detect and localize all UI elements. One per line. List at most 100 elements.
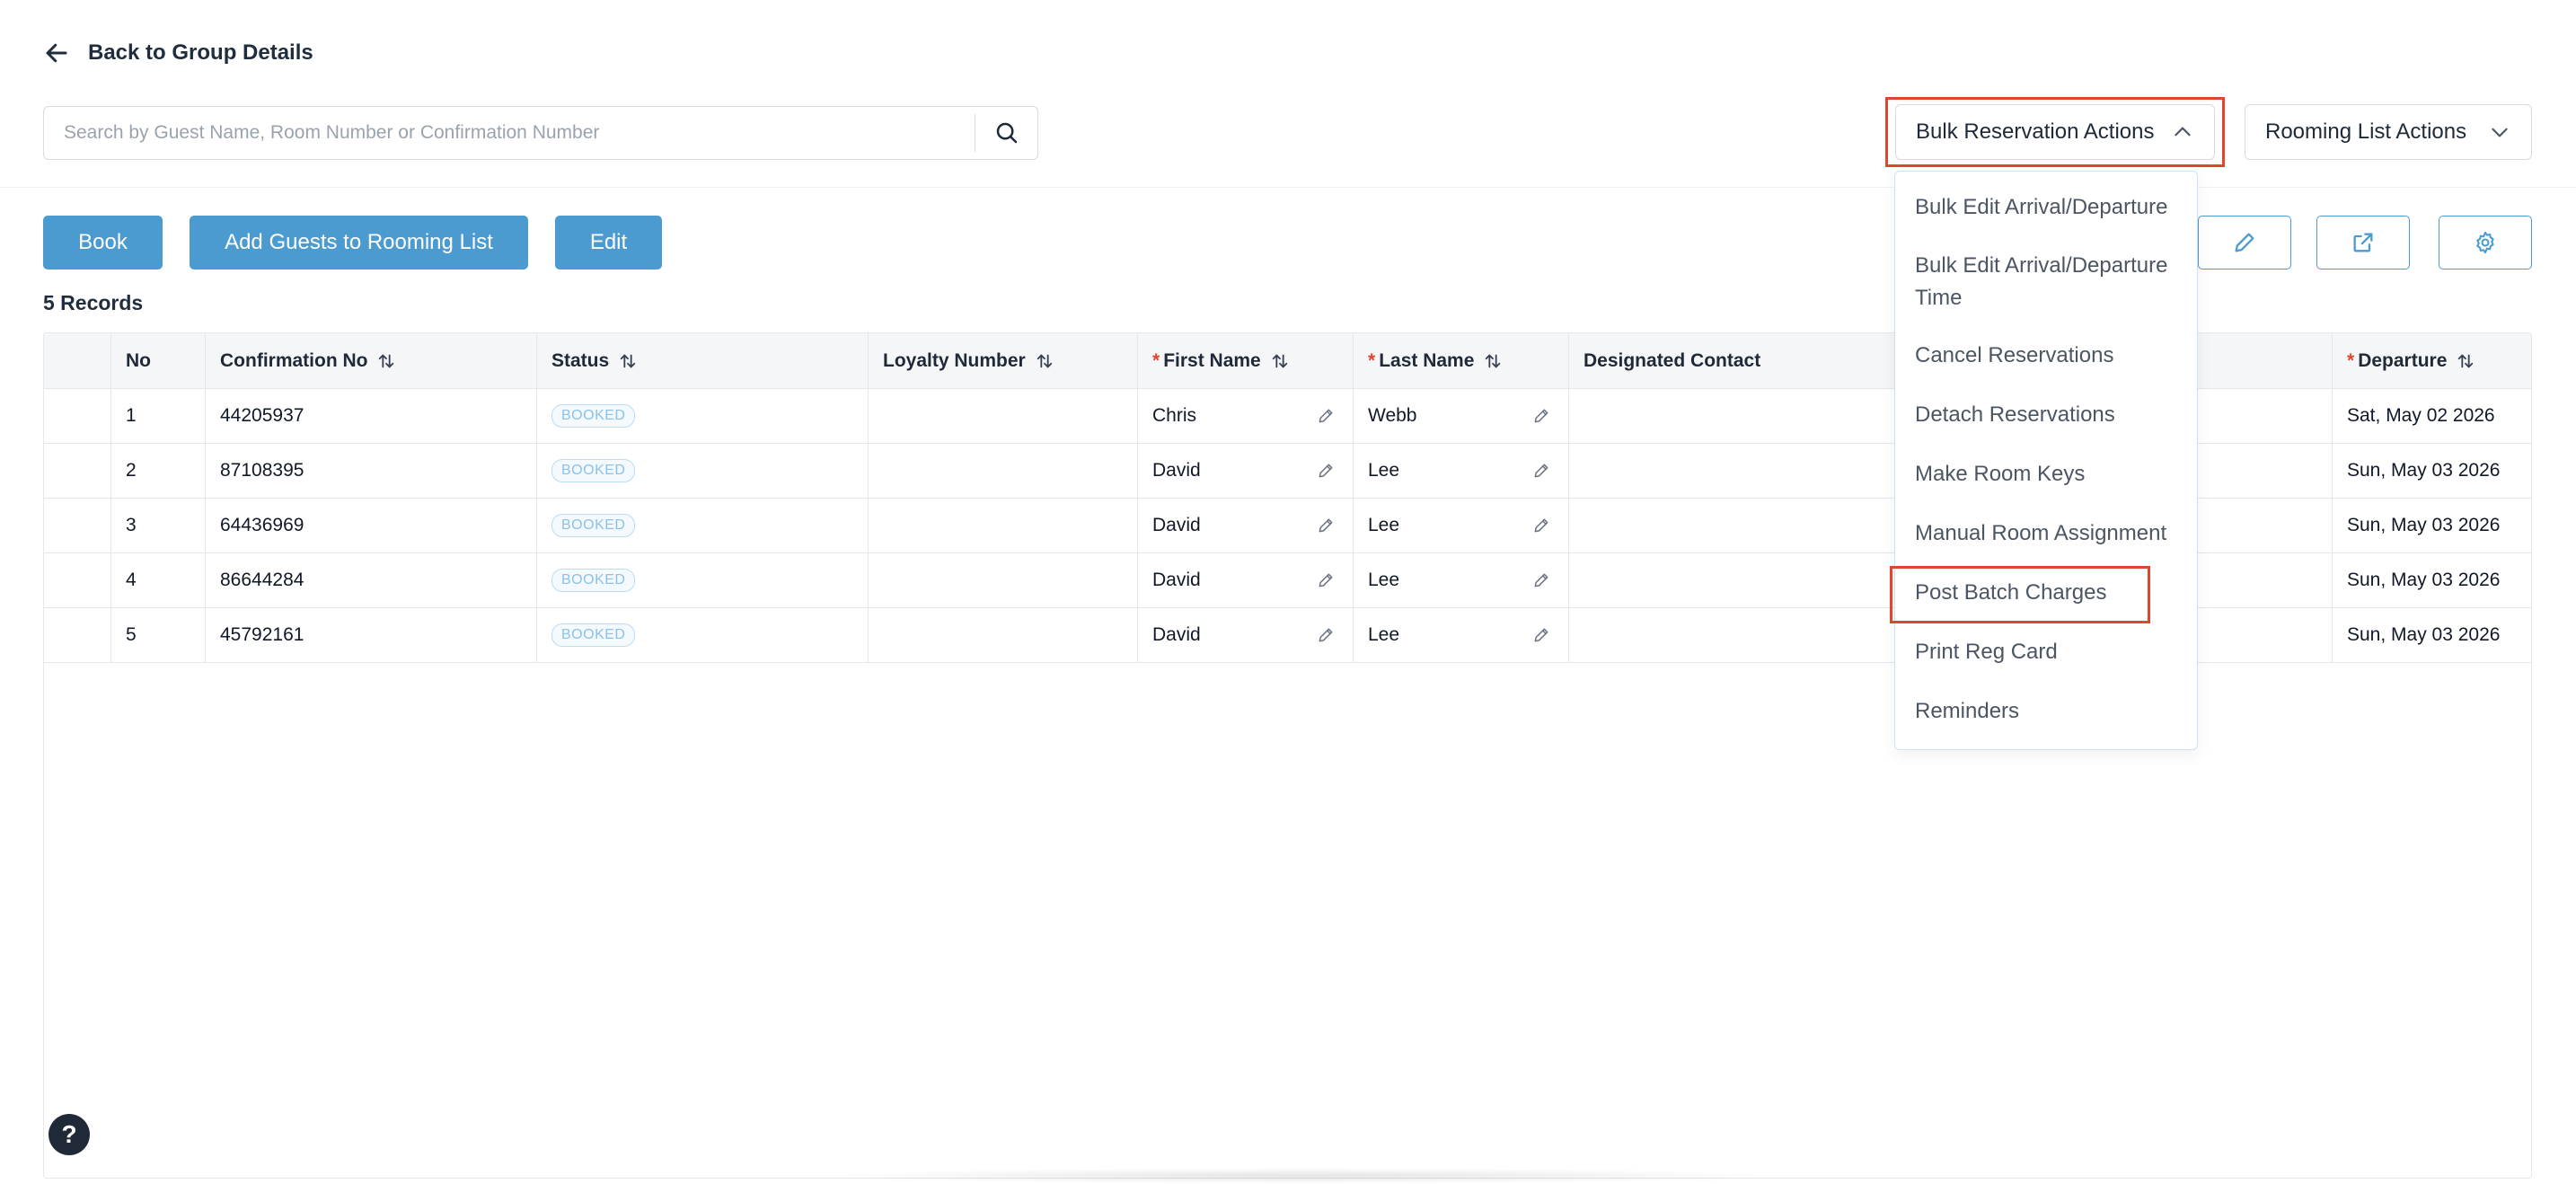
- required-marker: *: [1152, 349, 1160, 371]
- pencil-icon: [2235, 233, 2254, 252]
- row-first-name[interactable]: David: [1138, 553, 1354, 607]
- external-link-icon: [2353, 233, 2373, 252]
- row-no: 2: [111, 444, 206, 498]
- first-name-value: Chris: [1152, 405, 1197, 426]
- row-no: 5: [111, 608, 206, 662]
- row-first-name[interactable]: Chris: [1138, 389, 1354, 443]
- row-departure: Sat, May 02 2026: [2347, 405, 2495, 426]
- menu-item-bulk-edit-arrival-departure[interactable]: Bulk Edit Arrival/Departure: [1895, 186, 2197, 229]
- pencil-icon[interactable]: [1532, 517, 1550, 535]
- menu-item-cancel-reservations[interactable]: Cancel Reservations: [1895, 334, 2197, 377]
- row-loyalty: [869, 444, 1138, 498]
- row-last-name[interactable]: Lee: [1354, 444, 1569, 498]
- last-name-value: Webb: [1368, 405, 1417, 426]
- select-column-header: [44, 333, 111, 388]
- sort-icon[interactable]: [376, 351, 396, 371]
- header-first-name[interactable]: * First Name: [1138, 333, 1354, 388]
- sort-icon[interactable]: [1270, 351, 1290, 371]
- menu-item-bulk-edit-arrival-departure-time[interactable]: Bulk Edit Arrival/Departure Time: [1895, 244, 2197, 320]
- row-last-name[interactable]: Lee: [1354, 553, 1569, 607]
- chevron-down-icon: [2492, 128, 2508, 137]
- pencil-icon[interactable]: [1532, 462, 1550, 480]
- first-name-value: David: [1152, 624, 1201, 645]
- bottom-shadow: [808, 1168, 1796, 1184]
- menu-item-make-room-keys[interactable]: Make Room Keys: [1895, 453, 2197, 496]
- pencil-icon[interactable]: [1532, 571, 1550, 589]
- records-count: 5 Records: [43, 291, 144, 314]
- row-status: BOOKED: [537, 553, 869, 607]
- pencil-icon[interactable]: [1532, 407, 1550, 425]
- last-name-value: Lee: [1368, 570, 1400, 590]
- row-confirmation[interactable]: 64436969: [206, 499, 537, 552]
- status-badge: BOOKED: [551, 514, 636, 537]
- pencil-icon[interactable]: [1317, 407, 1335, 425]
- search-button[interactable]: [975, 114, 1037, 152]
- status-badge: BOOKED: [551, 569, 636, 592]
- edit-columns-button[interactable]: [2198, 216, 2291, 269]
- row-select-cell[interactable]: [44, 389, 111, 443]
- row-select-cell[interactable]: [44, 553, 111, 607]
- edit-button[interactable]: Edit: [555, 216, 662, 269]
- pencil-icon[interactable]: [1532, 626, 1550, 644]
- header-last-name[interactable]: * Last Name: [1354, 333, 1569, 388]
- row-first-name[interactable]: David: [1138, 444, 1354, 498]
- row-confirmation[interactable]: 86644284: [206, 553, 537, 607]
- row-confirmation[interactable]: 44205937: [206, 389, 537, 443]
- export-button[interactable]: [2316, 216, 2410, 269]
- header-confirmation[interactable]: Confirmation No: [206, 333, 537, 388]
- settings-button[interactable]: [2439, 216, 2532, 269]
- header-status[interactable]: Status: [537, 333, 869, 388]
- row-status: BOOKED: [537, 608, 869, 662]
- sort-icon[interactable]: [1035, 351, 1054, 371]
- pencil-icon[interactable]: [1317, 571, 1335, 589]
- row-select-cell[interactable]: [44, 608, 111, 662]
- search-input[interactable]: [44, 107, 975, 159]
- row-last-name[interactable]: Webb: [1354, 389, 1569, 443]
- menu-item-print-reg-card[interactable]: Print Reg Card: [1895, 631, 2197, 674]
- row-confirmation[interactable]: 45792161: [206, 608, 537, 662]
- last-name-value: Lee: [1368, 515, 1400, 535]
- help-icon: ?: [61, 1120, 77, 1148]
- header-no: No: [111, 333, 206, 388]
- row-departure: Sun, May 03 2026: [2347, 624, 2501, 645]
- row-loyalty: [869, 608, 1138, 662]
- search-icon: [996, 122, 1017, 144]
- pencil-icon[interactable]: [1317, 517, 1335, 535]
- sort-icon[interactable]: [1483, 351, 1503, 371]
- row-status: BOOKED: [537, 389, 869, 443]
- first-name-value: David: [1152, 570, 1201, 590]
- status-badge: BOOKED: [551, 404, 636, 428]
- bulk-actions-label: Bulk Reservation Actions: [1916, 119, 2155, 144]
- row-last-name[interactable]: Lee: [1354, 608, 1569, 662]
- sort-icon[interactable]: [2456, 351, 2475, 371]
- row-confirmation[interactable]: 87108395: [206, 444, 537, 498]
- pencil-icon[interactable]: [1317, 462, 1335, 480]
- menu-item-reminders[interactable]: Reminders: [1895, 690, 2197, 733]
- row-no: 3: [111, 499, 206, 552]
- first-name-value: David: [1152, 460, 1201, 481]
- pencil-icon[interactable]: [1317, 626, 1335, 644]
- row-first-name[interactable]: David: [1138, 499, 1354, 552]
- arrow-left-icon: [46, 43, 67, 63]
- row-first-name[interactable]: David: [1138, 608, 1354, 662]
- sort-icon[interactable]: [618, 351, 638, 371]
- header-loyalty[interactable]: Loyalty Number: [869, 333, 1138, 388]
- row-select-cell[interactable]: [44, 499, 111, 552]
- header-departure[interactable]: * Departure: [2333, 333, 2531, 388]
- row-last-name[interactable]: Lee: [1354, 499, 1569, 552]
- menu-item-post-batch-charges[interactable]: Post Batch Charges: [1895, 571, 2197, 614]
- row-departure: Sun, May 03 2026: [2347, 570, 2501, 590]
- row-departure: Sun, May 03 2026: [2347, 460, 2501, 481]
- required-marker: *: [1368, 349, 1376, 371]
- menu-item-manual-room-assignment[interactable]: Manual Room Assignment: [1895, 512, 2197, 555]
- bulk-reservation-actions-dropdown[interactable]: Bulk Reservation Actions: [1895, 104, 2215, 160]
- row-departure: Sun, May 03 2026: [2347, 515, 2501, 535]
- rooming-list-actions-dropdown[interactable]: Rooming List Actions: [2245, 104, 2532, 160]
- book-button[interactable]: Book: [43, 216, 163, 269]
- row-select-cell[interactable]: [44, 444, 111, 498]
- menu-item-detach-reservations[interactable]: Detach Reservations: [1895, 393, 2197, 437]
- required-marker: *: [2347, 349, 2355, 371]
- help-button[interactable]: ?: [49, 1114, 90, 1155]
- add-guests-button[interactable]: Add Guests to Rooming List: [190, 216, 528, 269]
- back-to-group-details-link[interactable]: Back to Group Details: [43, 36, 313, 70]
